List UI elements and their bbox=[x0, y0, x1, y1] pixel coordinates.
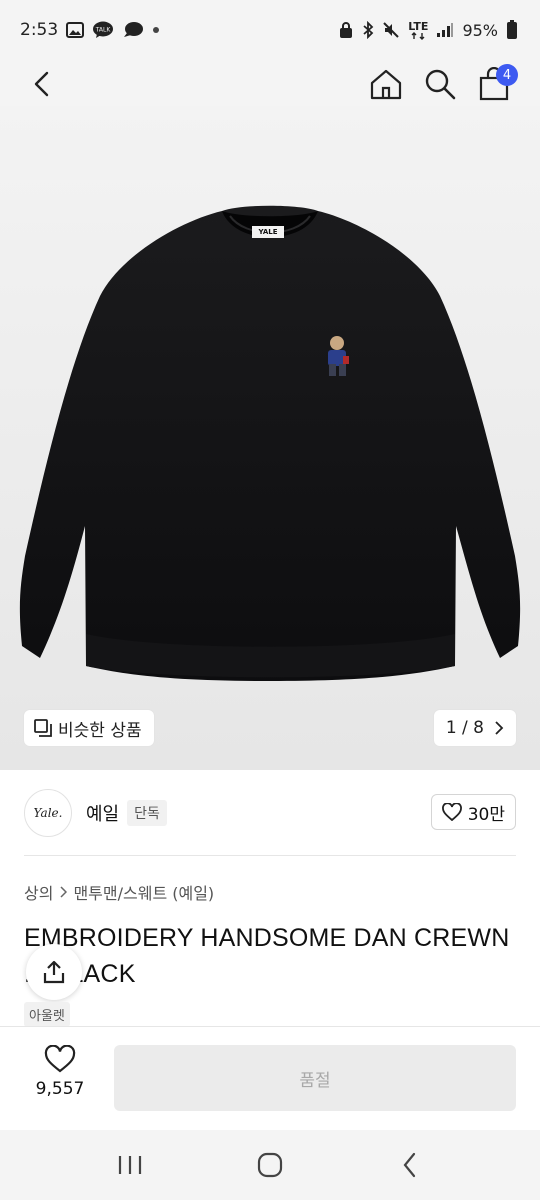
similar-products-label: 비슷한 상품 bbox=[58, 720, 142, 741]
system-nav-bar bbox=[0, 1130, 540, 1200]
home-icon bbox=[369, 67, 403, 101]
breadcrumb-category[interactable]: 상의 bbox=[24, 880, 53, 904]
neck-label: YALE bbox=[252, 226, 284, 238]
back-button[interactable] bbox=[20, 62, 64, 106]
talk-notification-icon: TALK bbox=[92, 21, 114, 39]
share-icon bbox=[41, 959, 67, 985]
cart-button[interactable]: 4 bbox=[472, 62, 518, 106]
recent-apps-icon bbox=[117, 1154, 143, 1176]
image-pager[interactable]: 1 / 8 bbox=[433, 710, 516, 746]
wishlist-button[interactable]: 9,557 bbox=[24, 1045, 96, 1099]
chevron-right-icon bbox=[59, 886, 68, 898]
home-system-button[interactable] bbox=[240, 1140, 300, 1190]
status-bar: 2:53 TALK LTE 95% bbox=[0, 0, 540, 60]
battery-icon bbox=[506, 20, 518, 40]
home-circle-icon bbox=[257, 1152, 283, 1178]
image-pager-label: 1 / 8 bbox=[445, 718, 484, 738]
network-type: LTE bbox=[408, 19, 429, 33]
status-left: 2:53 TALK bbox=[20, 20, 160, 40]
product-photo bbox=[19, 205, 521, 681]
brand-like-count: 30만 bbox=[467, 804, 505, 825]
breadcrumb-subcategory[interactable]: 맨투맨/스웨트 (예일) bbox=[73, 880, 214, 904]
search-button[interactable] bbox=[418, 62, 462, 106]
back-system-button[interactable] bbox=[380, 1140, 440, 1190]
exclusive-badge: 단독 bbox=[127, 800, 167, 826]
share-button[interactable] bbox=[26, 944, 82, 1000]
app-lock-icon bbox=[338, 21, 354, 39]
product-image-carousel[interactable]: YALE 비슷한 상품 1 / 8 bbox=[0, 106, 540, 770]
more-notifications-icon bbox=[152, 26, 160, 34]
divider bbox=[24, 855, 516, 856]
bottom-action-bar: 9,557 품절 bbox=[0, 1026, 540, 1130]
back-chevron-icon bbox=[402, 1152, 418, 1178]
cart-count-badge: 4 bbox=[496, 64, 518, 86]
home-button[interactable] bbox=[364, 62, 408, 106]
brand-like-button[interactable]: 30만 bbox=[430, 794, 516, 830]
chevron-right-icon bbox=[494, 721, 504, 735]
breadcrumb: 상의 맨투맨/스웨트 (예일) bbox=[24, 880, 214, 904]
app-header: 4 bbox=[0, 60, 540, 106]
svg-text:TALK: TALK bbox=[95, 27, 112, 34]
search-icon bbox=[424, 68, 456, 100]
chat-notification-icon bbox=[122, 21, 144, 39]
status-time: 2:53 bbox=[20, 20, 59, 40]
bluetooth-icon bbox=[362, 21, 374, 39]
soldout-button[interactable]: 품절 bbox=[114, 1045, 516, 1111]
chevron-left-icon bbox=[30, 70, 54, 98]
brand-name[interactable]: 예일 bbox=[86, 800, 119, 826]
heart-icon bbox=[441, 803, 462, 821]
signal-icon bbox=[436, 22, 454, 38]
brand-logo[interactable]: Yale. bbox=[24, 789, 72, 837]
gallery-notification-icon bbox=[66, 22, 85, 38]
heart-icon bbox=[44, 1045, 76, 1073]
copy-icon bbox=[34, 719, 52, 737]
brand-row[interactable]: Yale. 예일 단독 30만 bbox=[0, 770, 540, 856]
product-title: EMBROIDERY HANDSOME DAN CREWN ... BLACK bbox=[24, 924, 510, 988]
lte-icon: LTE bbox=[408, 21, 428, 40]
similar-products-button[interactable]: 비슷한 상품 bbox=[24, 710, 154, 746]
mute-icon bbox=[382, 21, 400, 39]
recent-apps-button[interactable] bbox=[100, 1140, 160, 1190]
status-right: LTE 95% bbox=[338, 20, 518, 40]
outlet-badge: 아울렛 bbox=[24, 1002, 70, 1027]
wishlist-count: 9,557 bbox=[35, 1079, 85, 1099]
battery-percent: 95% bbox=[462, 20, 498, 40]
